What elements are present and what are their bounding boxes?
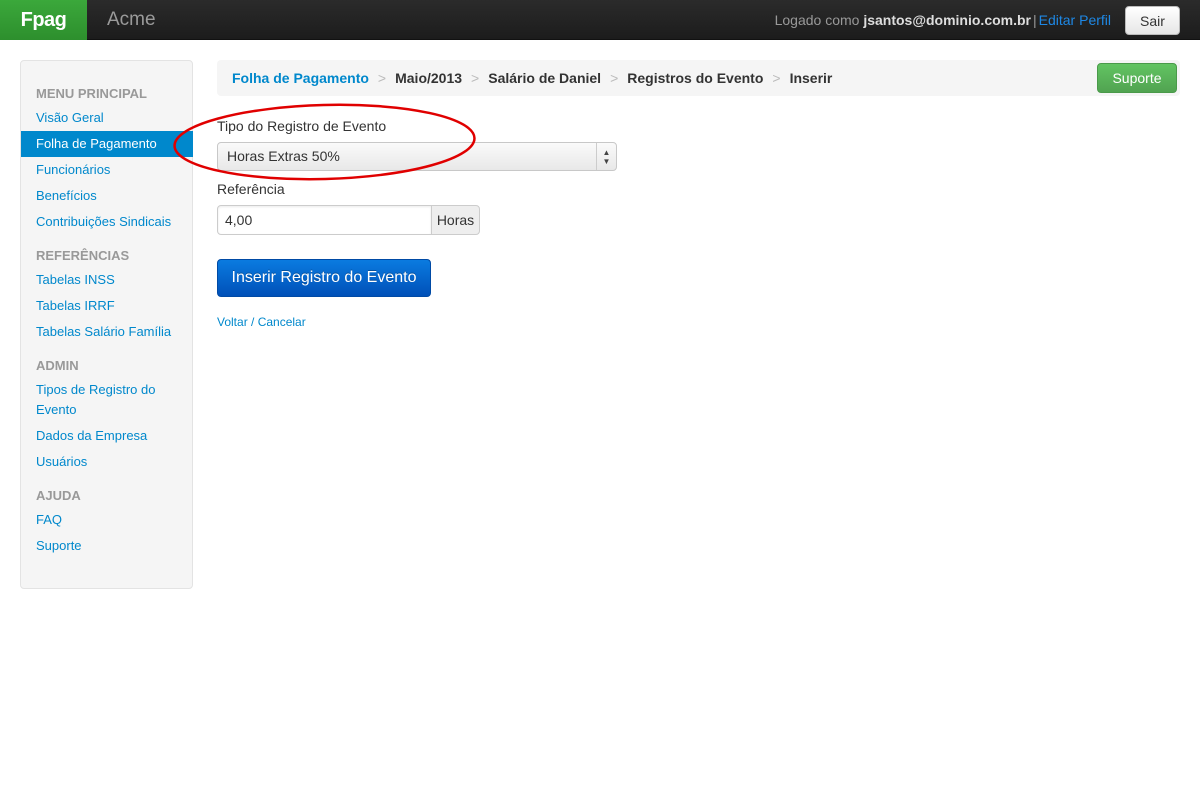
top-navbar: Fpag Acme Logado como jsantos@dominio.co… xyxy=(0,0,1200,40)
breadcrumb-event-records: Registros do Evento xyxy=(627,70,764,86)
breadcrumb-divider: > xyxy=(772,70,781,86)
edit-profile-link[interactable]: Editar Perfil xyxy=(1039,12,1111,28)
sidebar-item-event-types[interactable]: Tipos de Registro do Evento xyxy=(21,377,192,423)
sidebar-item-faq[interactable]: FAQ xyxy=(21,507,192,533)
event-type-label: Tipo do Registro de Evento xyxy=(217,118,387,134)
sidebar-item-company-data[interactable]: Dados da Empresa xyxy=(21,423,192,449)
breadcrumb-salary: Salário de Daniel xyxy=(488,70,602,86)
user-info: Logado como jsantos@dominio.com.br | Edita… xyxy=(775,0,1111,40)
support-button[interactable]: Suporte xyxy=(1097,63,1177,93)
breadcrumb-payroll[interactable]: Folha de Pagamento xyxy=(232,70,369,86)
sidebar-item-payroll[interactable]: Folha de Pagamento xyxy=(21,131,193,157)
event-type-select[interactable]: Horas Extras 50% ▲ ▼ xyxy=(217,142,617,171)
sidebar-header-help: AJUDA xyxy=(36,488,81,503)
reference-input[interactable] xyxy=(217,205,432,235)
sidebar-item-users[interactable]: Usuários xyxy=(21,449,192,475)
breadcrumb-current: Inserir xyxy=(789,70,833,86)
sidebar-header-references: REFERÊNCIAS xyxy=(36,248,130,263)
reference-label: Referência xyxy=(217,181,285,197)
updown-arrows-icon: ▲ ▼ xyxy=(596,143,616,170)
sidebar-item-employees[interactable]: Funcionários xyxy=(21,157,192,183)
sidebar-item-overview[interactable]: Visão Geral xyxy=(21,105,192,131)
breadcrumb-divider: > xyxy=(610,70,619,86)
breadcrumb-divider: > xyxy=(377,70,387,86)
sidebar: MENU PRINCIPAL Visão Geral Folha de Paga… xyxy=(20,60,193,589)
sidebar-item-support[interactable]: Suporte xyxy=(21,533,192,559)
sidebar-header-main: MENU PRINCIPAL xyxy=(36,86,147,101)
breadcrumb-divider: > xyxy=(471,70,480,86)
sidebar-item-benefits[interactable]: Benefícios xyxy=(21,183,192,209)
brand-logo[interactable]: Fpag xyxy=(0,0,87,40)
reference-unit-addon: Horas xyxy=(431,205,480,235)
sidebar-item-inss-tables[interactable]: Tabelas INSS xyxy=(21,267,192,293)
breadcrumb: Folha de Pagamento > Maio/2013 > Salário de … xyxy=(217,60,1180,96)
insert-event-record-button[interactable]: Inserir Registro do Evento xyxy=(217,259,431,297)
sidebar-item-irrf-tables[interactable]: Tabelas IRRF xyxy=(21,293,192,319)
user-email: jsantos@dominio.com.br xyxy=(863,12,1031,28)
company-name: Acme xyxy=(107,9,156,30)
breadcrumb-trail: Folha de Pagamento > Maio/2013 > Salário de … xyxy=(232,60,832,96)
back-cancel-link[interactable]: Voltar / Cancelar xyxy=(217,315,306,329)
logged-as-text: Logado como xyxy=(774,12,860,28)
breadcrumb-month: Maio/2013 xyxy=(395,70,463,86)
sidebar-item-union-contributions[interactable]: Contribuições Sindicais xyxy=(21,209,192,235)
logout-button[interactable]: Sair xyxy=(1125,6,1180,35)
sidebar-header-admin: ADMIN xyxy=(36,358,79,373)
user-separator: | xyxy=(1033,12,1037,28)
event-type-selected-value: Horas Extras 50% xyxy=(227,148,340,164)
sidebar-item-family-salary-tables[interactable]: Tabelas Salário Família xyxy=(21,319,192,345)
